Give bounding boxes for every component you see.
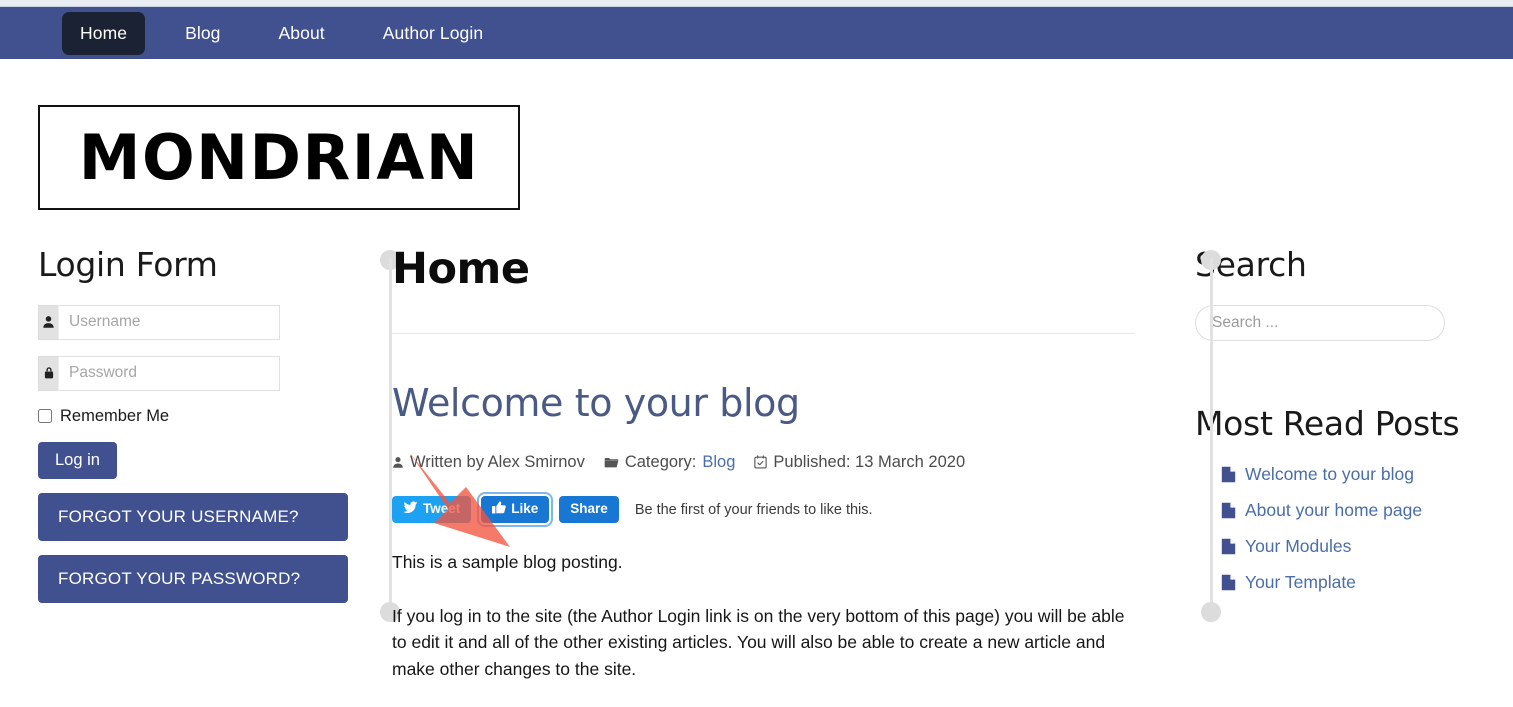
most-read-link[interactable]: Your Template	[1245, 572, 1356, 593]
remember-me-row[interactable]: Remember Me	[38, 407, 338, 426]
resize-line	[1210, 258, 1213, 614]
forgot-password-button[interactable]: FORGOT YOUR PASSWORD?	[38, 554, 348, 603]
password-input[interactable]	[58, 355, 280, 391]
search-input[interactable]	[1195, 304, 1445, 341]
title-divider	[392, 333, 1135, 335]
list-item[interactable]: About your home page	[1221, 500, 1513, 521]
document-icon	[1221, 502, 1236, 519]
social-share-note: Be the first of your friends to like thi…	[634, 501, 873, 518]
article-metadata: Written by Alex Smirnov Category: Blog P…	[392, 453, 1135, 472]
calendar-icon	[754, 455, 768, 469]
user-icon	[38, 304, 58, 340]
remember-me-label: Remember Me	[60, 406, 170, 425]
most-read-link[interactable]: Your Modules	[1245, 536, 1351, 557]
main-content: Home Welcome to your blog Written by Ale…	[352, 244, 1157, 683]
article-paragraph-1: This is a sample blog posting.	[392, 552, 623, 573]
list-item[interactable]: Welcome to your blog	[1221, 464, 1513, 485]
nav-item-home[interactable]: Home	[62, 11, 146, 55]
nav-item-blog[interactable]: Blog	[167, 12, 238, 55]
nav-item-author-login[interactable]: Author Login	[365, 12, 501, 55]
article-category-label: Category:	[624, 452, 697, 471]
search-module-title: Search	[1195, 245, 1307, 284]
twitter-icon	[403, 501, 418, 518]
resize-knob-bottom[interactable]	[1201, 602, 1221, 622]
username-input[interactable]	[58, 304, 280, 340]
article-paragraph-2: If you log in to the site (the Author Lo…	[392, 605, 1125, 679]
login-form-title: Login Form	[38, 245, 218, 284]
username-input-group	[38, 304, 280, 340]
article-published: Published: 13 March 2020	[754, 453, 965, 472]
site-logo[interactable]: MONDRIAN	[38, 105, 520, 210]
browser-top-strip	[0, 0, 1513, 7]
share-button[interactable]: Share	[559, 496, 619, 523]
thumbs-up-icon	[492, 501, 507, 518]
document-icon	[1221, 466, 1236, 483]
article-author-text: Written by Alex Smirnov	[410, 452, 585, 471]
forgot-username-button[interactable]: FORGOT YOUR USERNAME?	[38, 492, 348, 541]
most-read-posts-list: Welcome to your blog About your home pag…	[1195, 464, 1513, 593]
like-button-label: Like	[511, 501, 539, 517]
article-category-link[interactable]: Blog	[702, 453, 735, 472]
folder-icon	[604, 456, 619, 469]
article-category: Category: Blog	[604, 452, 735, 472]
author-icon	[392, 456, 404, 469]
log-in-button[interactable]: Log in	[38, 441, 117, 479]
page-title: Home	[392, 244, 530, 294]
remember-me-checkbox[interactable]	[38, 409, 52, 424]
article-published-text: Published: 13 March 2020	[773, 452, 966, 471]
most-read-link[interactable]: Welcome to your blog	[1245, 464, 1414, 485]
tweet-button-label: Tweet	[423, 501, 461, 517]
list-item[interactable]: Your Modules	[1221, 536, 1513, 557]
column-resize-handle-right[interactable]	[1201, 250, 1221, 622]
article-title-link[interactable]: Welcome to your blog	[392, 382, 1135, 426]
list-item[interactable]: Your Template	[1221, 572, 1513, 593]
share-button-label: Share	[570, 501, 608, 517]
main-navigation: Home Blog About Author Login	[0, 7, 1513, 59]
article-author: Written by Alex Smirnov	[392, 453, 585, 472]
document-icon	[1221, 538, 1236, 555]
like-button[interactable]: Like	[481, 495, 550, 524]
page-columns: Login Form Remember Me Log	[0, 244, 1513, 683]
social-share-row: Tweet Like Share Be the first of your fr…	[392, 495, 1135, 524]
most-read-link[interactable]: About your home page	[1245, 500, 1422, 521]
password-input-group	[38, 355, 280, 391]
nav-item-about[interactable]: About	[261, 12, 343, 55]
tweet-button[interactable]: Tweet	[392, 495, 472, 524]
site-logo-text: MONDRIAN	[78, 120, 480, 194]
most-read-posts-title: Most Read Posts	[1195, 403, 1460, 443]
sidebar-left: Login Form Remember Me Log	[0, 246, 352, 683]
document-icon	[1221, 574, 1236, 591]
lock-icon	[38, 355, 58, 391]
